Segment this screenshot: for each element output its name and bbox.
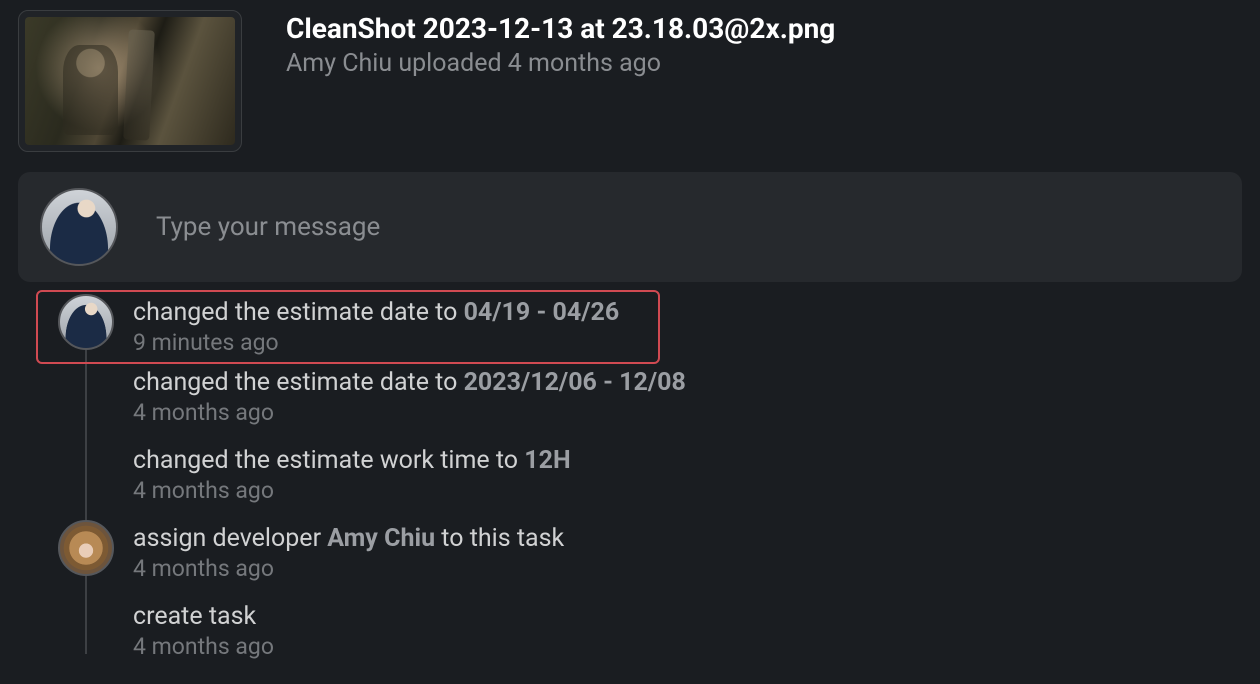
activity-text: changed the estimate date to 2023/12/06 … bbox=[133, 368, 1242, 397]
activity-value: 04/19 - 04/26 bbox=[464, 298, 620, 327]
task-activity-panel: CleanShot 2023-12-13 at 23.18.03@2x.png … bbox=[0, 0, 1260, 684]
activity-item: create task 4 months ago bbox=[68, 596, 1242, 674]
activity-item: assign developer Amy Chiu to this task 4… bbox=[68, 518, 1242, 596]
current-user-avatar bbox=[40, 188, 118, 266]
activity-feed: changed the estimate date to 04/19 - 04/… bbox=[18, 292, 1242, 674]
activity-value: Amy Chiu bbox=[327, 524, 435, 553]
message-composer[interactable]: Type your message bbox=[18, 172, 1242, 282]
activity-time: 4 months ago bbox=[133, 633, 1242, 660]
composer-placeholder: Type your message bbox=[156, 212, 380, 242]
activity-value: 12H bbox=[524, 446, 570, 475]
attachment-uploader-line: Amy Chiu uploaded 4 months ago bbox=[286, 49, 835, 78]
activity-time: 4 months ago bbox=[133, 555, 1242, 582]
activity-prefix: changed the estimate date to bbox=[133, 368, 464, 397]
activity-time: 4 months ago bbox=[133, 399, 1242, 426]
attachment-card: CleanShot 2023-12-13 at 23.18.03@2x.png … bbox=[18, 10, 1242, 152]
activity-text: create task bbox=[133, 602, 1242, 631]
activity-item: changed the estimate date to 2023/12/06 … bbox=[68, 362, 1242, 440]
activity-avatar bbox=[58, 294, 114, 350]
activity-text: changed the estimate date to 04/19 - 04/… bbox=[133, 298, 658, 327]
attachment-meta: CleanShot 2023-12-13 at 23.18.03@2x.png … bbox=[286, 10, 835, 78]
attachment-thumbnail bbox=[25, 17, 235, 145]
activity-avatar bbox=[58, 520, 114, 576]
activity-prefix: changed the estimate work time to bbox=[133, 446, 524, 475]
activity-prefix: create task bbox=[133, 602, 256, 631]
activity-time: 4 months ago bbox=[133, 477, 1242, 504]
activity-prefix: changed the estimate date to bbox=[133, 298, 464, 327]
activity-prefix: assign developer bbox=[133, 524, 327, 553]
activity-item: changed the estimate work time to 12H 4 … bbox=[68, 440, 1242, 518]
activity-value: 2023/12/06 - 12/08 bbox=[464, 368, 686, 397]
activity-text: assign developer Amy Chiu to this task bbox=[133, 524, 1242, 553]
activity-suffix: to this task bbox=[435, 524, 564, 553]
activity-item: changed the estimate date to 04/19 - 04/… bbox=[38, 292, 658, 362]
activity-time: 9 minutes ago bbox=[133, 329, 658, 356]
activity-text: changed the estimate work time to 12H bbox=[133, 446, 1242, 475]
attachment-filename: CleanShot 2023-12-13 at 23.18.03@2x.png bbox=[286, 12, 835, 45]
attachment-thumbnail-frame[interactable] bbox=[18, 10, 242, 152]
